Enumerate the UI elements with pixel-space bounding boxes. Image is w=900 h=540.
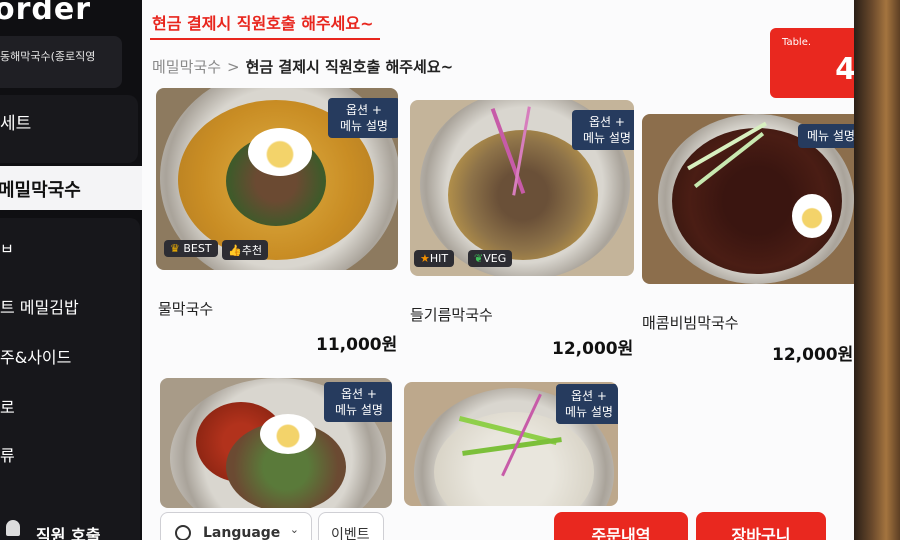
staff-call-button[interactable]: 직원 호출 [36,522,100,540]
cart-button[interactable]: 장바구니 [696,512,826,540]
photo-bezel-right [854,0,900,540]
thumbs-up-icon: 👍 [228,244,242,257]
menu-photo: 옵션 + 메뉴 설명 ★HIT ❦VEG [410,100,634,276]
star-icon: ★ [420,252,430,265]
breadcrumb-root[interactable]: 메밀막국수 [152,58,221,76]
breadcrumb: 메밀막국수 > 현금 결제시 직원호출 해주세요~ [152,56,453,77]
menu-price: 12,000원 [552,339,634,359]
store-selector[interactable]: 동해막국수(종로직영 [0,36,122,88]
sidebar-group-top: 세트 [0,95,138,163]
menu-photo: 메뉴 설명 [642,114,864,284]
leaf-icon: ❦ [474,252,484,265]
sidebar-group-bottom: ㅂ 트 메밀김밥 주&사이드 로 류 [0,218,140,540]
recommend-badge: 👍추천 [222,240,268,260]
menu-price: 12,000원 [772,345,854,365]
egg [248,128,312,176]
hit-badge: ★HIT [414,250,455,267]
sidebar-item-label: 메밀막국수 [0,180,81,201]
menu-photo: 옵션 + 메뉴 설명 [160,378,392,508]
chevron-down-icon: ⌄ [289,523,299,536]
bell-icon [6,520,20,536]
globe-icon [175,525,191,540]
egg [260,414,316,454]
sidebar: order 동해막국수(종로직영 세트 메밀막국수 ㅂ 트 메밀김밥 주&사이드… [0,0,142,540]
egg [792,194,832,238]
sidebar-item-buckwheat-noodles[interactable]: 메밀막국수 [0,166,142,210]
best-badge: ♛ BEST [164,240,218,257]
sidebar-item-buckwheat-gimbap[interactable]: 트 메밀김밥 [0,294,79,318]
sidebar-item-drinks-sides[interactable]: 주&사이드 [0,344,71,368]
cash-payment-notice: 현금 결제시 직원호출 해주세요~ [152,14,374,33]
veg-badge: ❦VEG [468,250,513,267]
menu-name: 들기름막국수 [410,306,493,324]
event-button[interactable]: 이벤트 [318,512,384,540]
notice-underline [150,38,380,40]
sidebar-item-7[interactable]: 류 [0,442,15,466]
menu-name: 물막국수 [158,300,214,318]
breadcrumb-separator: > [227,58,240,76]
menu-photo: 옵션 + 메뉴 설명 [404,382,618,506]
option-tag[interactable]: 옵션 + 메뉴 설명 [328,98,398,138]
table-number: 4 [835,52,856,87]
sidebar-item-3[interactable]: ㅂ [0,238,14,259]
store-name: 동해막국수(종로직영 [0,50,96,63]
menu-price: 11,000원 [316,335,398,355]
app-logo: order [0,0,92,27]
order-history-button[interactable]: 주문내역 [554,512,688,540]
option-tag[interactable]: 옵션 + 메뉴 설명 [324,382,392,422]
table-label: Table. [782,37,812,48]
crown-icon: ♛ [170,242,180,255]
main-content: 현금 결제시 직원호출 해주세요~ 메밀막국수 > 현금 결제시 직원호출 해주세요… [142,0,888,540]
option-tag[interactable]: 옵션 + 메뉴 설명 [572,110,634,150]
breadcrumb-current: 현금 결제시 직원호출 해주세요~ [245,58,454,76]
menu-name: 매콤비빔막국수 [642,314,739,332]
sidebar-item-6[interactable]: 로 [0,394,15,418]
language-label: Language [203,525,281,540]
language-button[interactable]: Language ⌄ [160,512,312,540]
event-label: 이벤트 [331,527,370,540]
option-tag[interactable]: 옵션 + 메뉴 설명 [556,384,618,424]
menu-photo: 옵션 + 메뉴 설명 ♛ BEST 👍추천 [156,88,398,270]
sidebar-item-set[interactable]: 세트 [0,109,31,134]
